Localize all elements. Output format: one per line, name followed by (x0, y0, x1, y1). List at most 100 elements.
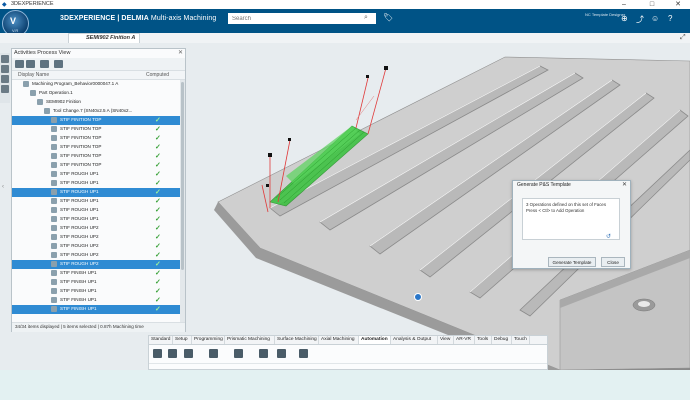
tree-row[interactable]: STIF ROUGH UP2 ✓ (12, 260, 180, 269)
operation-icon (51, 135, 57, 141)
paste-icon[interactable] (184, 349, 193, 358)
computed-check-icon: ✓ (155, 180, 161, 187)
panel-toolbar (12, 58, 185, 71)
copy-icon[interactable] (168, 349, 177, 358)
tree-row[interactable]: STIF ROUGH UP2 ✓ (12, 242, 180, 251)
process-tree: Machining Program_Behavior0000047.1 A Par… (12, 80, 180, 322)
undo-icon[interactable]: ↺ (606, 233, 616, 240)
list-icon[interactable] (209, 349, 218, 358)
tree-row[interactable]: STIF FINISH UP1 ✓ (12, 296, 180, 305)
user-name[interactable]: NC Template Designer (585, 12, 625, 17)
column-computed[interactable]: Computed (146, 72, 169, 78)
tree-row[interactable]: STIF ROUGH UP1 ✓ (12, 170, 180, 179)
tree-row[interactable]: STIF ROUGH UP1 ✓ (12, 206, 180, 215)
tree-row[interactable]: STIF FINITION TOP ✓ (12, 116, 180, 125)
template-icon[interactable] (277, 349, 286, 358)
action-tab[interactable]: Axial Machining (319, 336, 359, 344)
cut-icon[interactable] (153, 349, 162, 358)
search-icon[interactable]: ⌕ (364, 14, 368, 22)
tag-icon[interactable]: 🏷 (383, 13, 393, 22)
display-options-icon[interactable] (40, 60, 49, 68)
tree-row-label: STIF FINISH UP1 (60, 288, 97, 293)
settings-icon[interactable] (1, 85, 9, 93)
robot-handle-icon[interactable] (414, 293, 422, 301)
operation-filter-icon[interactable] (26, 60, 35, 68)
generate-template-button[interactable]: Generate Template (548, 257, 596, 267)
tree-row[interactable]: STIF FINISH UP1 ✓ (12, 269, 180, 278)
tool-options-icon[interactable] (54, 60, 63, 68)
person-icon[interactable]: ☺ (651, 14, 659, 23)
help-icon[interactable]: ? (668, 14, 672, 23)
dialog-close-button[interactable]: Close (601, 257, 625, 267)
tree-row[interactable]: STIF ROUGH UP1 ✓ (12, 188, 180, 197)
minimize-button[interactable]: – (612, 0, 636, 9)
tree-row-label: STIF FINITION TOP (60, 144, 102, 149)
dialog-title: Generate P&S Template (517, 182, 571, 188)
tree-row[interactable]: STIF ROUGH UP2 ✓ (12, 233, 180, 242)
tree-row[interactable]: STIF ROUGH UP1 ✓ (12, 215, 180, 224)
tree-row[interactable]: Machining Program_Behavior0000047.1 A (12, 80, 180, 89)
computed-check-icon: ✓ (155, 261, 161, 268)
filter-icon[interactable] (1, 65, 9, 73)
action-tab[interactable]: AR-VR (454, 336, 475, 344)
tree-row[interactable]: STIF FINISH UP1 ✓ (12, 287, 180, 296)
action-bar-tabs: Standard Setup Programming Prismatic Machin… (148, 335, 548, 345)
action-tab[interactable]: Setup (173, 336, 192, 344)
collapse-left-arrow-icon[interactable]: ‹ (2, 184, 4, 190)
add-icon[interactable]: ⊕ (621, 14, 628, 23)
action-tab[interactable]: Automation (359, 336, 391, 344)
close-window-button[interactable]: ✕ (666, 0, 690, 9)
action-tab[interactable]: Standard (149, 336, 173, 344)
action-tab[interactable]: View (438, 336, 454, 344)
computed-check-icon: ✓ (155, 243, 161, 250)
computed-check-icon: ✓ (155, 252, 161, 259)
tree-row[interactable]: STIF FINITION TOP ✓ (12, 125, 180, 134)
transfer-icon[interactable] (259, 349, 268, 358)
column-header: Display Name Computed (12, 71, 185, 80)
tree-row[interactable]: STIF ROUGH UP2 ✓ (12, 224, 180, 233)
action-tab[interactable]: Tools (475, 336, 492, 344)
tree-row[interactable]: STIF ROUGH UP1 ✓ (12, 197, 180, 206)
dialog-close-icon[interactable]: ✕ (622, 181, 627, 188)
tree-row[interactable]: STIF FINITION TOP ✓ (12, 143, 180, 152)
left-toolbar (0, 53, 10, 103)
tree-row-label: STIF ROUGH UP1 (60, 171, 99, 176)
maximize-button[interactable]: □ (640, 0, 664, 9)
computed-check-icon: ✓ (155, 306, 161, 313)
action-tab[interactable]: Debug (492, 336, 512, 344)
tree-row-label: STIF FINITION TOP (60, 153, 102, 158)
action-bar-divider (149, 363, 547, 364)
layers-icon[interactable] (1, 75, 9, 83)
tree-row[interactable]: STIF ROUGH UP1 ✓ (12, 179, 180, 188)
expand-tree-icon[interactable] (15, 60, 24, 68)
tree-row[interactable]: SEMI902 Finition (12, 98, 180, 107)
activities-process-panel: Activities Process View ✕ Display Name C… (11, 48, 186, 332)
tree-row[interactable]: STIF FINISH UP1 ✓ (12, 305, 180, 314)
action-tab[interactable]: Surface Machining (275, 336, 319, 344)
fullscreen-icon[interactable]: ⤢ (680, 34, 686, 42)
tree-row[interactable]: STIF FINITION TOP ✓ (12, 152, 180, 161)
action-tab[interactable]: Touch (512, 336, 530, 344)
computed-check-icon: ✓ (155, 171, 161, 178)
parameters-icon[interactable] (234, 349, 243, 358)
panel-close-button[interactable]: ✕ (178, 49, 183, 56)
tree-row[interactable]: Tool Change.7 (SN40x2.5 A (SN40x2... (12, 107, 180, 116)
share-icon[interactable]: ⤴ (636, 14, 644, 25)
tree-row[interactable]: STIF FINITION TOP ✓ (12, 161, 180, 170)
action-tab[interactable]: Prismatic Machining (225, 336, 275, 344)
tree-row[interactable]: STIF ROUGH UP2 ✓ (12, 251, 180, 260)
tree-scrollbar-thumb[interactable] (181, 82, 184, 270)
operation-icon (51, 261, 57, 267)
tree-row[interactable]: STIF FINISH UP1 ✓ (12, 278, 180, 287)
document-tab[interactable]: SEMI902 Finition A (68, 33, 140, 43)
search-input[interactable] (228, 13, 376, 24)
column-display-name[interactable]: Display Name (18, 72, 49, 78)
action-tab[interactable]: Programming (192, 336, 225, 344)
catalog-icon[interactable] (299, 349, 308, 358)
tree-row[interactable]: STIF FINITION TOP ✓ (12, 134, 180, 143)
tree-row[interactable]: Part Operation.1 (12, 89, 180, 98)
operation-icon (51, 243, 57, 249)
tree-row-label: STIF FINISH UP1 (60, 279, 97, 284)
action-tab[interactable]: Analysis & Output (391, 336, 438, 344)
tree-toggle-icon[interactable] (1, 55, 9, 63)
